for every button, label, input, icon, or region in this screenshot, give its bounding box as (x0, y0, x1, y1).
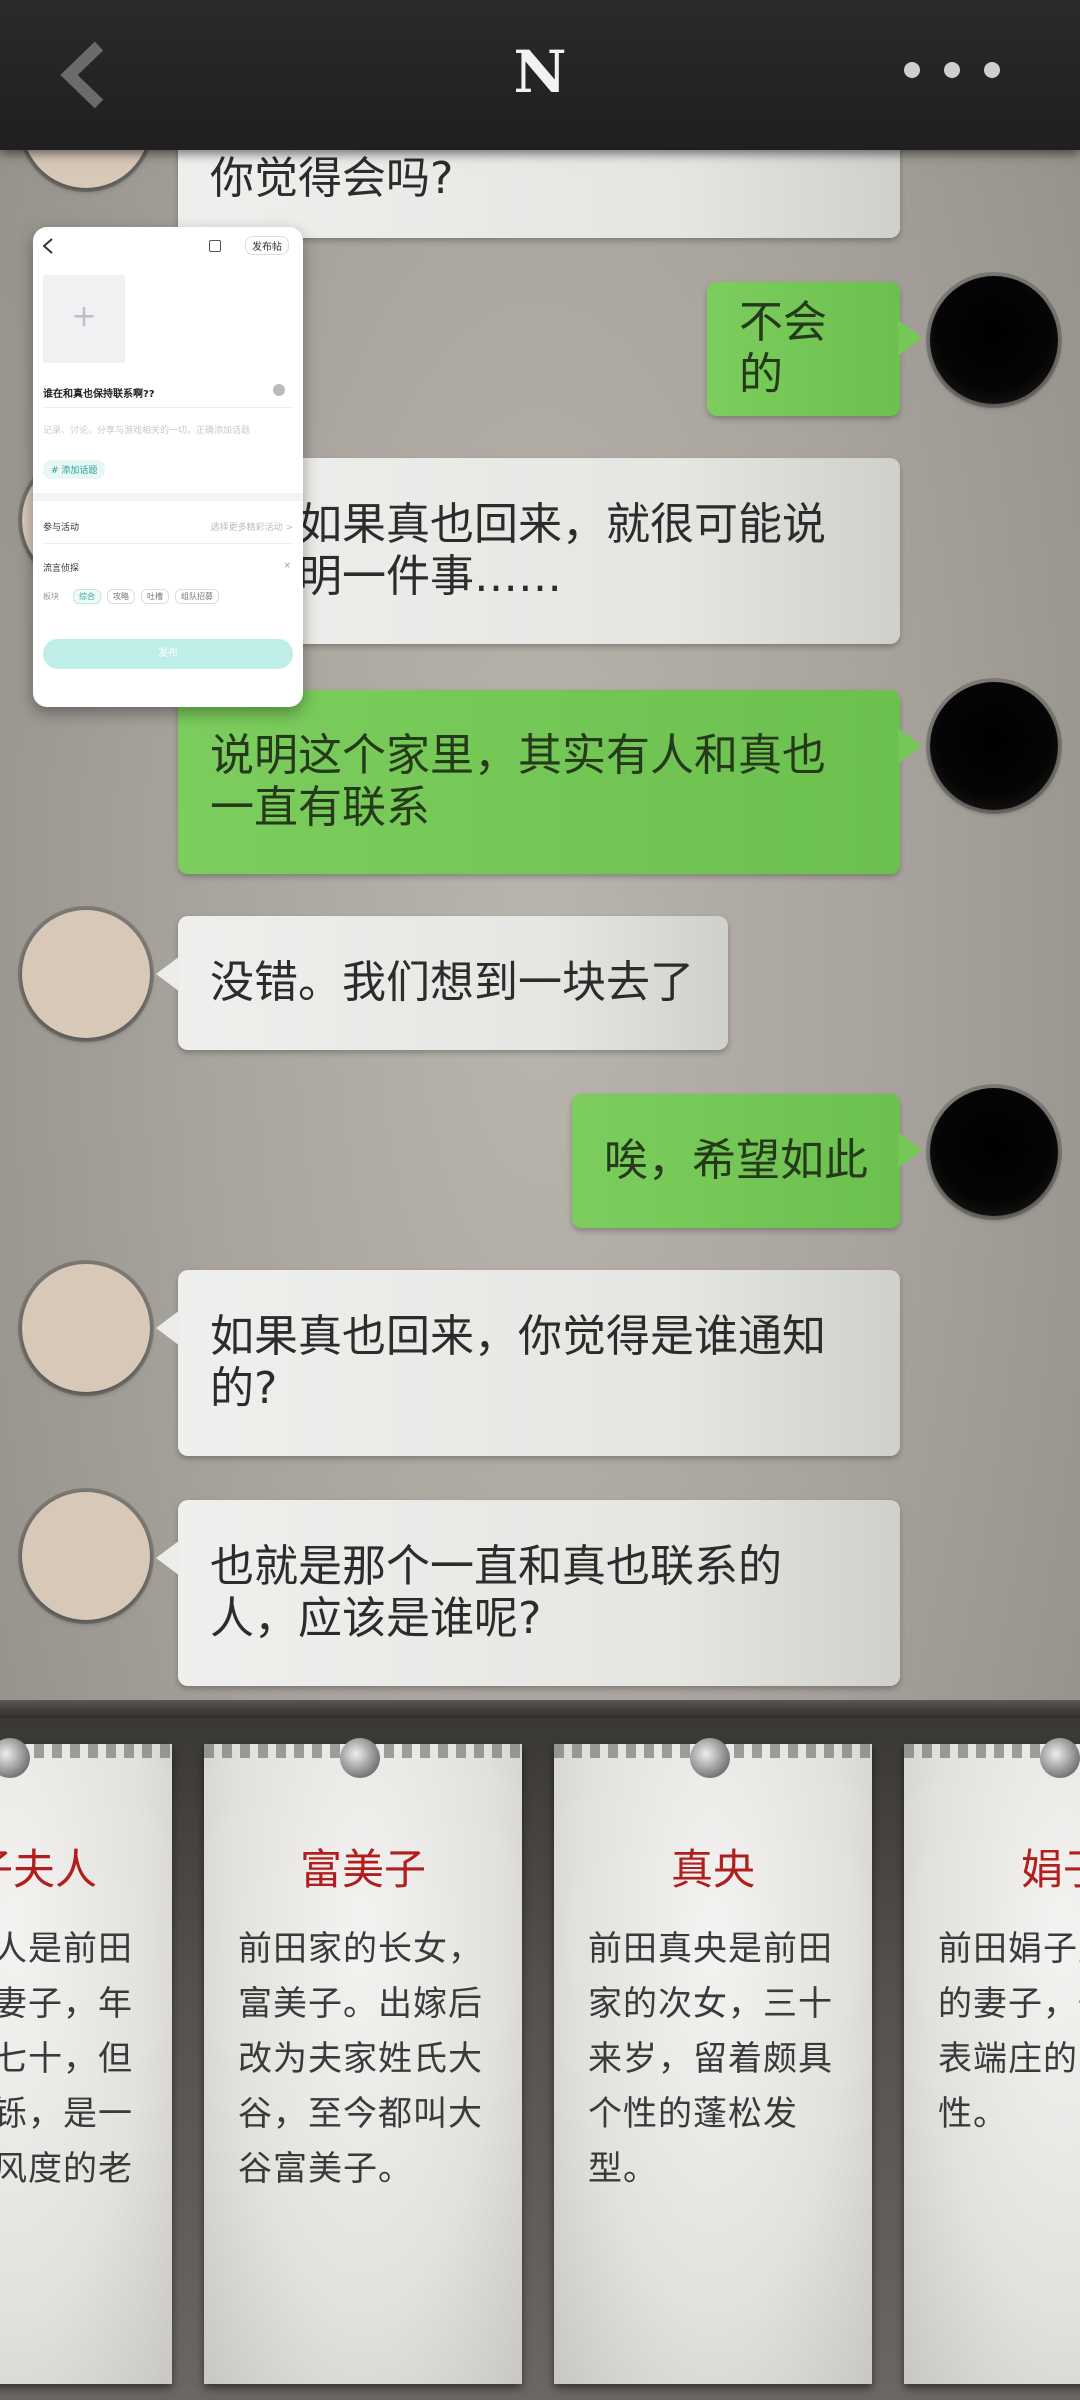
activity-label[interactable]: 参与活动 (43, 520, 79, 533)
pin-icon (690, 1738, 730, 1778)
chip[interactable]: 组队招募 (175, 589, 219, 604)
post-body-placeholder[interactable]: 记录、讨论、分享与游戏相关的一切，正确添加话题 (43, 423, 250, 436)
character-name: 真央 (670, 1845, 755, 1894)
top-bar: N (0, 0, 1080, 150)
clear-icon[interactable] (273, 384, 285, 396)
character-card[interactable]: 娟子 前田娟子是启介的妻子，一位外表端庄的家庭女性。 (904, 1738, 1080, 2384)
character-card[interactable]: 富子夫人 富子夫人是前田哲平的妻子，年纪大约七十，但精神矍铄，是一位颇具风度的老… (0, 1738, 172, 2384)
avatar (930, 1088, 1058, 1216)
message-text: 如果真也回来，你觉得是谁通知的? (210, 1311, 826, 1414)
publish-button[interactable]: 发布 (43, 639, 293, 669)
chip[interactable]: 综合 (73, 589, 101, 604)
avatar (930, 682, 1058, 810)
message-text: 没错。我们想到一块去了 (210, 957, 694, 1008)
category-chips: 综合 攻略 吐槽 组队招募 (73, 589, 219, 604)
avatar (930, 276, 1058, 404)
game-name: 流言侦探 (43, 564, 80, 574)
chat-bubble-right: 说明这个家里，其实有人和真也一直有联系 (178, 690, 922, 874)
message-text: 如果真也回来，就很可能说明一件事…… (298, 499, 826, 602)
character-name: 娟子 (1020, 1845, 1080, 1894)
add-topic-button[interactable]: # 添加话题 (43, 460, 106, 479)
activity-hint[interactable]: 选择更多精彩活动 > (211, 520, 293, 533)
character-cards-strip: 富子夫人 富子夫人是前田哲平的妻子，年纪大约七十，但精神矍铄，是一位颇具风度的老… (0, 1718, 1080, 2400)
message-text: 唉，希望如此 (604, 1135, 868, 1186)
character-name: 富美子 (299, 1845, 426, 1894)
character-desc: 前田真央是前田家的次女，三十来岁，留着颇具个性的蓬松发型。 (588, 1929, 833, 2189)
avatar (22, 910, 150, 1038)
more-options-icon[interactable] (904, 62, 1000, 78)
close-icon[interactable]: × (283, 561, 291, 571)
chat-bubble-left: 没错。我们想到一块去了 (156, 916, 728, 1050)
divider (0, 1700, 1080, 1718)
category-label: 板块 (43, 592, 59, 601)
chat-bubble-left: 也就是那个一直和真也联系的人，应该是谁呢? (156, 1500, 900, 1686)
plus-icon: + (71, 299, 97, 334)
chip[interactable]: 攻略 (107, 589, 135, 604)
chat-bubble-right: 唉，希望如此 (572, 1094, 922, 1228)
post-composer-overlay[interactable]: 发布帖 + 谁在和真也保持联系啊?? 记录、讨论、分享与游戏相关的一切，正确添加… (33, 227, 303, 707)
message-text: 也就是那个一直和真也联系的人，应该是谁呢? (210, 1541, 782, 1644)
draft-icon[interactable] (209, 240, 221, 252)
add-image-button[interactable]: + (43, 275, 125, 363)
avatar (22, 1264, 150, 1392)
avatar (22, 1492, 150, 1620)
chat-bubble-right: 不会的 (707, 282, 922, 416)
character-card[interactable]: 富美子 前田家的长女，富美子。出嫁后改为夫家姓氏大谷，至今都叫大谷富美子。 (204, 1738, 522, 2384)
pin-icon (340, 1738, 380, 1778)
message-text: 你觉得会吗? (210, 153, 454, 204)
message-text: 不会的 (739, 297, 827, 400)
character-desc: 前田娟子是启介的妻子，一位外表端庄的家庭女性。 (938, 1929, 1080, 2134)
message-text: 说明这个家里，其实有人和真也一直有联系 (210, 730, 826, 833)
character-name: 富子夫人 (0, 1845, 97, 1894)
pin-icon (1040, 1738, 1080, 1778)
character-desc: 前田家的长女，富美子。出嫁后改为夫家姓氏大谷，至今都叫大谷富美子。 (238, 1929, 483, 2189)
publish-tab[interactable]: 发布帖 (245, 236, 289, 255)
post-title-input[interactable]: 谁在和真也保持联系啊?? (43, 385, 155, 400)
chip[interactable]: 吐槽 (141, 589, 169, 604)
character-desc: 富子夫人是前田哲平的妻子，年纪大约七十，但精神矍铄，是一位颇具风度的老教授。 (0, 1929, 133, 2189)
chat-bubble-left: 如果真也回来，你觉得是谁通知的? (156, 1270, 900, 1456)
back-icon[interactable] (41, 237, 55, 255)
character-card[interactable]: 真央 前田真央是前田家的次女，三十来岁，留着颇具个性的蓬松发型。 (554, 1738, 872, 2384)
